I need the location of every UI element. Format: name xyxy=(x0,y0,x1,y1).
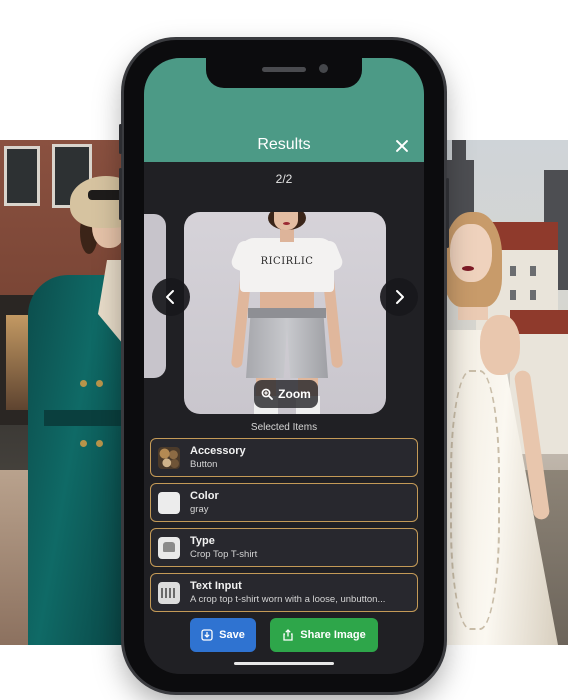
background-photo-left xyxy=(0,140,128,645)
selected-item-accessory[interactable]: Accessory Button xyxy=(150,438,418,477)
selected-item-color[interactable]: Color gray xyxy=(150,483,418,522)
result-image[interactable]: RICIRLIC Zoom xyxy=(184,212,386,414)
item-title: Accessory xyxy=(190,444,246,457)
selected-items-list: Accessory Button Color gray Type Crop To… xyxy=(150,438,418,618)
camera-icon xyxy=(319,64,328,73)
zoom-label: Zoom xyxy=(278,387,311,401)
stage: Results 2/2 RICIRLIC Zoom Selected Items… xyxy=(0,0,568,700)
background-photo-right xyxy=(440,140,568,645)
selected-item-text-input[interactable]: Text Input A crop top t-shirt worn with … xyxy=(150,573,418,612)
page-title: Results xyxy=(257,136,311,153)
chevron-right-icon xyxy=(396,290,404,304)
image-counter: 2/2 xyxy=(275,172,293,186)
previous-button[interactable] xyxy=(152,278,190,316)
phone-frame: Results 2/2 RICIRLIC Zoom Selected Items… xyxy=(119,40,449,692)
home-indicator[interactable] xyxy=(234,662,334,665)
selected-item-type[interactable]: Type Crop Top T-shirt xyxy=(150,528,418,567)
tshirt-print-text: RICIRLIC xyxy=(260,256,314,267)
share-label: Share Image xyxy=(300,629,366,641)
share-image-button[interactable]: Share Image xyxy=(270,618,378,652)
selected-items-heading: Selected Items xyxy=(250,422,318,433)
zoom-icon xyxy=(261,388,274,400)
chevron-left-icon xyxy=(166,290,174,304)
item-value: gray xyxy=(190,503,209,515)
item-value: Button xyxy=(190,458,218,470)
results-body: 2/2 RICIRLIC Zoom Selected Items Accesso… xyxy=(144,162,424,674)
share-icon xyxy=(283,629,293,641)
close-icon[interactable] xyxy=(392,136,412,156)
zoom-button[interactable]: Zoom xyxy=(254,380,318,408)
item-title: Text Input xyxy=(190,579,242,592)
app-screen: Results 2/2 RICIRLIC Zoom Selected Items… xyxy=(144,58,424,674)
tshirt-thumbnail-icon xyxy=(158,536,180,559)
phone-notch xyxy=(206,58,362,88)
item-value: A crop top t-shirt worn with a loose, un… xyxy=(190,593,386,605)
download-icon xyxy=(201,629,213,641)
save-button[interactable]: Save xyxy=(190,618,256,652)
item-value: Crop Top T-shirt xyxy=(190,548,258,560)
item-title: Color xyxy=(190,489,219,502)
keyboard-icon xyxy=(158,581,180,604)
save-label: Save xyxy=(219,629,245,641)
next-button[interactable] xyxy=(380,278,418,316)
item-title: Type xyxy=(190,534,215,547)
accessory-thumbnail-icon xyxy=(158,446,180,469)
color-swatch-icon xyxy=(158,491,180,514)
speaker-grille xyxy=(262,67,306,72)
